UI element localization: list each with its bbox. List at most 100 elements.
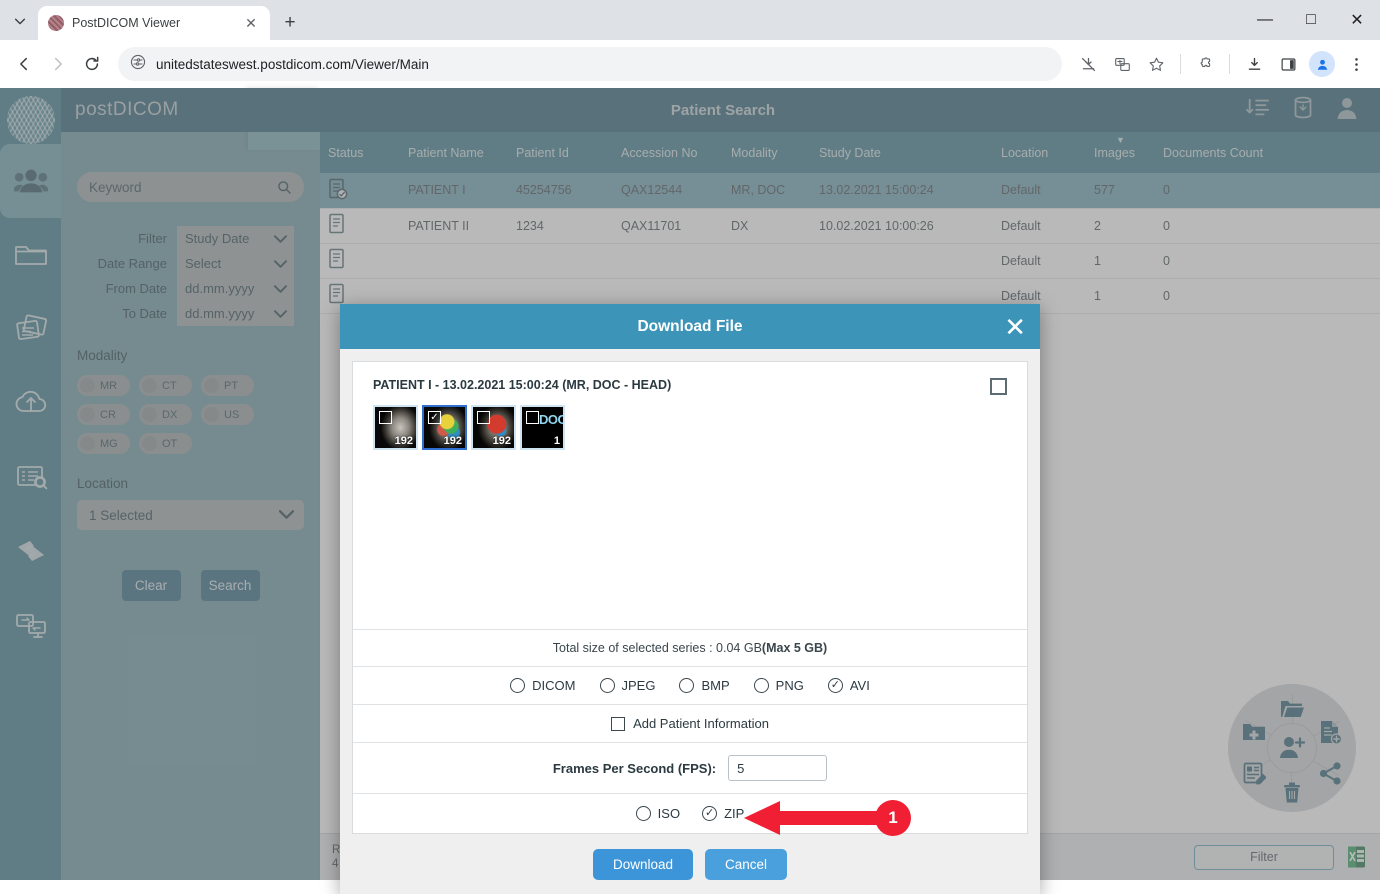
series-checkbox[interactable]: [379, 411, 392, 424]
modality-chip-ot[interactable]: OT: [139, 433, 192, 454]
cell-location: Default: [993, 243, 1086, 278]
share-icon[interactable]: [1317, 760, 1343, 786]
series-thumbnail[interactable]: 192: [471, 405, 516, 450]
rail-item-upload[interactable]: [0, 366, 61, 440]
series-thumbnail-document[interactable]: DOC 1: [520, 405, 565, 450]
radial-action-menu[interactable]: [1228, 684, 1356, 812]
delete-trash-icon[interactable]: [1279, 779, 1305, 805]
add-folder-icon[interactable]: [1241, 719, 1267, 745]
rail-item-reports-search[interactable]: [0, 440, 61, 514]
modality-chip-dx[interactable]: DX: [139, 404, 192, 425]
select-all-series-checkbox[interactable]: [990, 378, 1007, 395]
table-row[interactable]: PATIENT II 1234 QAX11701 DX 10.02.2021 1…: [320, 208, 1380, 243]
column-header-images[interactable]: ▼ Images: [1086, 132, 1155, 173]
search-input[interactable]: [89, 180, 277, 195]
cell-location: Default: [993, 208, 1086, 243]
header-icons: [1246, 96, 1380, 125]
close-tab-icon[interactable]: ✕: [242, 14, 260, 32]
from-date-value: dd.mm.yyyy: [185, 281, 254, 296]
modality-chip-pt[interactable]: PT: [201, 375, 254, 396]
column-header-patient-name[interactable]: Patient Name: [400, 132, 508, 173]
clear-button[interactable]: Clear: [122, 570, 181, 601]
new-tab-button[interactable]: +: [276, 9, 304, 37]
format-option-avi[interactable]: AVI: [828, 678, 870, 693]
rail-item-remote-desktop[interactable]: [0, 588, 61, 662]
back-icon[interactable]: [8, 48, 40, 80]
modality-chip-us[interactable]: US: [201, 404, 254, 425]
add-patient-hub-button[interactable]: [1267, 723, 1317, 773]
trash-icon[interactable]: [1292, 96, 1314, 125]
browser-tab[interactable]: PostDICOM Viewer ✕: [38, 6, 270, 40]
browser-menu-icon[interactable]: [1340, 48, 1372, 80]
downloads-icon[interactable]: [1238, 48, 1270, 80]
table-row[interactable]: Default 1 0: [320, 243, 1380, 278]
edit-report-icon[interactable]: [1241, 760, 1267, 786]
format-option-png[interactable]: PNG: [754, 678, 804, 693]
format-option-bmp[interactable]: BMP: [679, 678, 729, 693]
close-window-button[interactable]: ✕: [1334, 0, 1380, 40]
rail-item-folders[interactable]: [0, 218, 61, 292]
radio-icon: [510, 678, 525, 693]
radio-icon-checked: [828, 678, 843, 693]
reload-icon[interactable]: [76, 48, 108, 80]
column-header-patient-id[interactable]: Patient Id: [508, 132, 613, 173]
rail-item-studies[interactable]: [0, 292, 61, 366]
sort-list-icon[interactable]: [1246, 96, 1270, 125]
column-header-study-date[interactable]: Study Date: [811, 132, 993, 173]
bookmark-star-icon[interactable]: [1140, 48, 1172, 80]
column-header-modality[interactable]: Modality: [723, 132, 811, 173]
download-blocked-icon[interactable]: [1072, 48, 1104, 80]
series-checkbox[interactable]: ✓: [428, 411, 441, 424]
search-button[interactable]: Search: [201, 570, 260, 601]
user-account-icon[interactable]: [1336, 96, 1358, 125]
maximize-button[interactable]: □: [1288, 0, 1334, 40]
export-excel-icon[interactable]: [1346, 845, 1368, 869]
filter-select[interactable]: Study Date: [177, 226, 294, 251]
field-row-filter: Filter Study Date: [77, 226, 304, 251]
location-select[interactable]: 1 Selected: [77, 500, 304, 530]
tab-search-chevron-icon[interactable]: [6, 7, 34, 35]
minimize-button[interactable]: —: [1242, 0, 1288, 40]
series-checkbox[interactable]: [526, 411, 539, 424]
cancel-button[interactable]: Cancel: [705, 849, 787, 880]
download-button[interactable]: Download: [593, 849, 693, 880]
modality-chip-mg[interactable]: MG: [77, 433, 130, 454]
rail-item-sync[interactable]: [0, 514, 61, 588]
forward-icon[interactable]: [42, 48, 74, 80]
rail-item-patients[interactable]: [0, 144, 61, 218]
translate-icon[interactable]: [1106, 48, 1138, 80]
series-thumbnail[interactable]: ✓ 192: [422, 405, 467, 450]
search-icon[interactable]: [277, 180, 292, 195]
keyword-search-box[interactable]: [77, 172, 304, 202]
profile-avatar[interactable]: [1306, 48, 1338, 80]
side-panel-icon[interactable]: [1272, 48, 1304, 80]
extensions-puzzle-icon[interactable]: [1189, 48, 1221, 80]
date-range-select[interactable]: Select: [177, 251, 294, 276]
column-header-location[interactable]: Location: [993, 132, 1086, 173]
toggle-knob: [204, 407, 219, 422]
column-header-status[interactable]: Status: [320, 132, 400, 173]
packaging-option-zip[interactable]: ZIP: [702, 806, 744, 821]
column-header-documents-count[interactable]: Documents Count: [1155, 132, 1380, 173]
modality-chips: MR CT PT CR DX US MG OT: [77, 375, 304, 454]
fps-input[interactable]: [728, 755, 827, 781]
site-settings-icon[interactable]: [130, 54, 146, 75]
address-bar[interactable]: unitedstateswest.postdicom.com/Viewer/Ma…: [118, 47, 1062, 81]
modality-chip-mr[interactable]: MR: [77, 375, 130, 396]
close-dialog-icon[interactable]: ✕: [1004, 314, 1026, 340]
from-date-input[interactable]: dd.mm.yyyy: [177, 276, 294, 301]
modality-chip-ct[interactable]: CT: [139, 375, 192, 396]
add-patient-information-checkbox[interactable]: Add Patient Information: [611, 716, 769, 731]
packaging-option-iso[interactable]: ISO: [636, 806, 680, 821]
modality-chip-cr[interactable]: CR: [77, 404, 130, 425]
table-row[interactable]: PATIENT I 45254756 QAX12544 MR, DOC 13.0…: [320, 173, 1380, 208]
to-date-input[interactable]: dd.mm.yyyy: [177, 301, 294, 326]
column-header-accession-no[interactable]: Accession No: [613, 132, 723, 173]
series-checkbox[interactable]: [477, 411, 490, 424]
filter-button[interactable]: Filter: [1194, 845, 1334, 870]
add-document-icon[interactable]: [1317, 719, 1343, 745]
format-option-dicom[interactable]: DICOM: [510, 678, 575, 693]
open-folder-icon[interactable]: [1279, 696, 1305, 722]
series-thumbnail[interactable]: 192: [373, 405, 418, 450]
format-option-jpeg[interactable]: JPEG: [600, 678, 656, 693]
